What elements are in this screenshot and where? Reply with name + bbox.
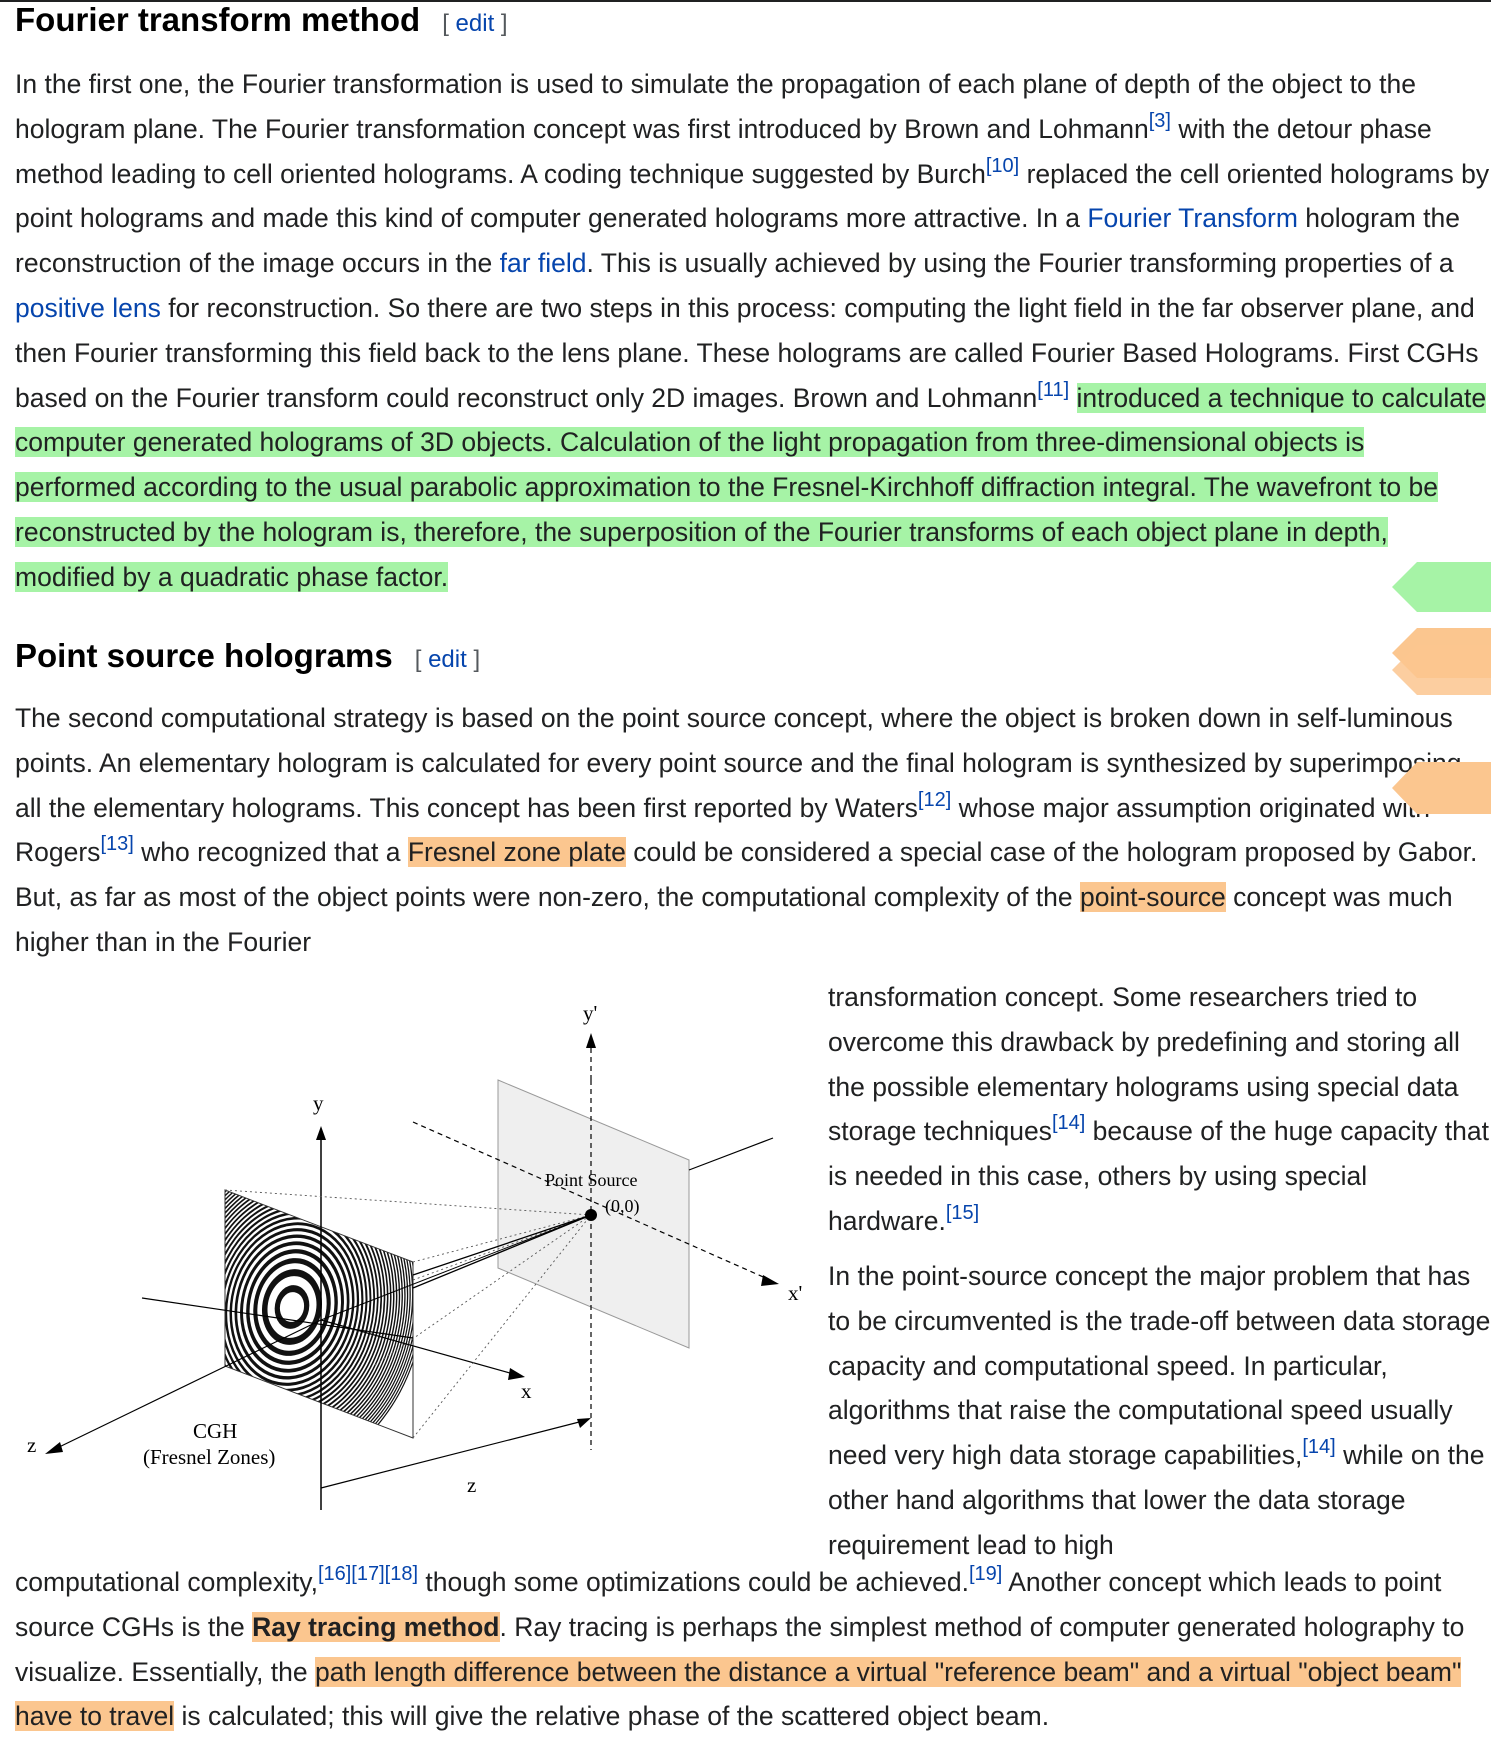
highlight-green[interactable]: introduced a technique to calculate comp… [15, 382, 1487, 592]
edit-link-point-source[interactable]: edit [428, 646, 467, 673]
point-source-marker [585, 1209, 597, 1221]
heading-text: Point source holograms [15, 637, 393, 674]
label-y-prime: y' [583, 1001, 597, 1025]
edit-section: [ edit ] [414, 646, 481, 673]
citation-link[interactable]: [14] [1052, 1112, 1085, 1134]
paragraph-point-source-3: In the point-source concept the major pr… [828, 1261, 1491, 1560]
citation-link[interactable]: [15] [946, 1202, 979, 1224]
annotation-marker-orange[interactable] [1392, 762, 1491, 814]
cgh-plate [225, 1190, 413, 1438]
paragraph-fourier: In the first one, the Fourier transforma… [15, 69, 1490, 592]
label-point-source: Point Source [545, 1170, 638, 1190]
annotation-marker-green[interactable] [1392, 562, 1491, 612]
label-y: y [313, 1091, 324, 1115]
citation-link[interactable]: [19] [969, 1563, 1002, 1585]
highlight-orange[interactable]: point-source [1079, 882, 1226, 913]
citation-link[interactable]: [11] [1037, 379, 1069, 401]
label-z-axis: z [27, 1433, 36, 1457]
citation-link[interactable]: [3] [1149, 110, 1171, 132]
highlight-orange[interactable]: Fresnel zone plate [407, 837, 626, 868]
citation-link[interactable]: [10] [986, 155, 1019, 177]
label-origin: (0,0) [605, 1196, 640, 1217]
link-far-field[interactable]: far field [500, 248, 587, 278]
paragraph-point-source-1: The second computational strategy is bas… [15, 703, 1478, 957]
link-positive-lens[interactable]: positive lens [15, 293, 161, 323]
paragraph-point-source-2: transformation concept. Some researchers… [828, 982, 1489, 1236]
citation-link[interactable]: [13] [100, 833, 133, 855]
label-fresnel-zones: (Fresnel Zones) [143, 1445, 275, 1469]
highlight-orange-bold[interactable]: Ray tracing method [252, 1611, 500, 1642]
citation-link[interactable]: [14] [1302, 1436, 1335, 1458]
edit-link-fourier[interactable]: edit [456, 10, 495, 37]
cgh-diagram: y' y x' x z z Point Source (0,0) CGH (Fr… [27, 1001, 802, 1510]
annotation-marker-orange[interactable] [1392, 645, 1491, 695]
link-fourier-transform[interactable]: Fourier Transform [1087, 203, 1298, 233]
label-x: x [521, 1379, 532, 1403]
paragraph-point-source-4: computational complexity,[16][17][18] th… [15, 1563, 1465, 1732]
edit-section: [ edit ] [442, 10, 508, 37]
section-heading-point-source: Point source holograms [ edit ] [15, 636, 480, 680]
section-heading-fourier: Fourier transform method [ edit ] [15, 0, 508, 44]
label-cgh: CGH [193, 1419, 237, 1443]
label-x-prime: x' [788, 1281, 802, 1305]
heading-text: Fourier transform method [15, 1, 421, 38]
citation-link[interactable]: [16][17][18] [318, 1563, 418, 1585]
citation-link[interactable]: [12] [918, 789, 951, 811]
label-z-distance: z [467, 1473, 476, 1497]
